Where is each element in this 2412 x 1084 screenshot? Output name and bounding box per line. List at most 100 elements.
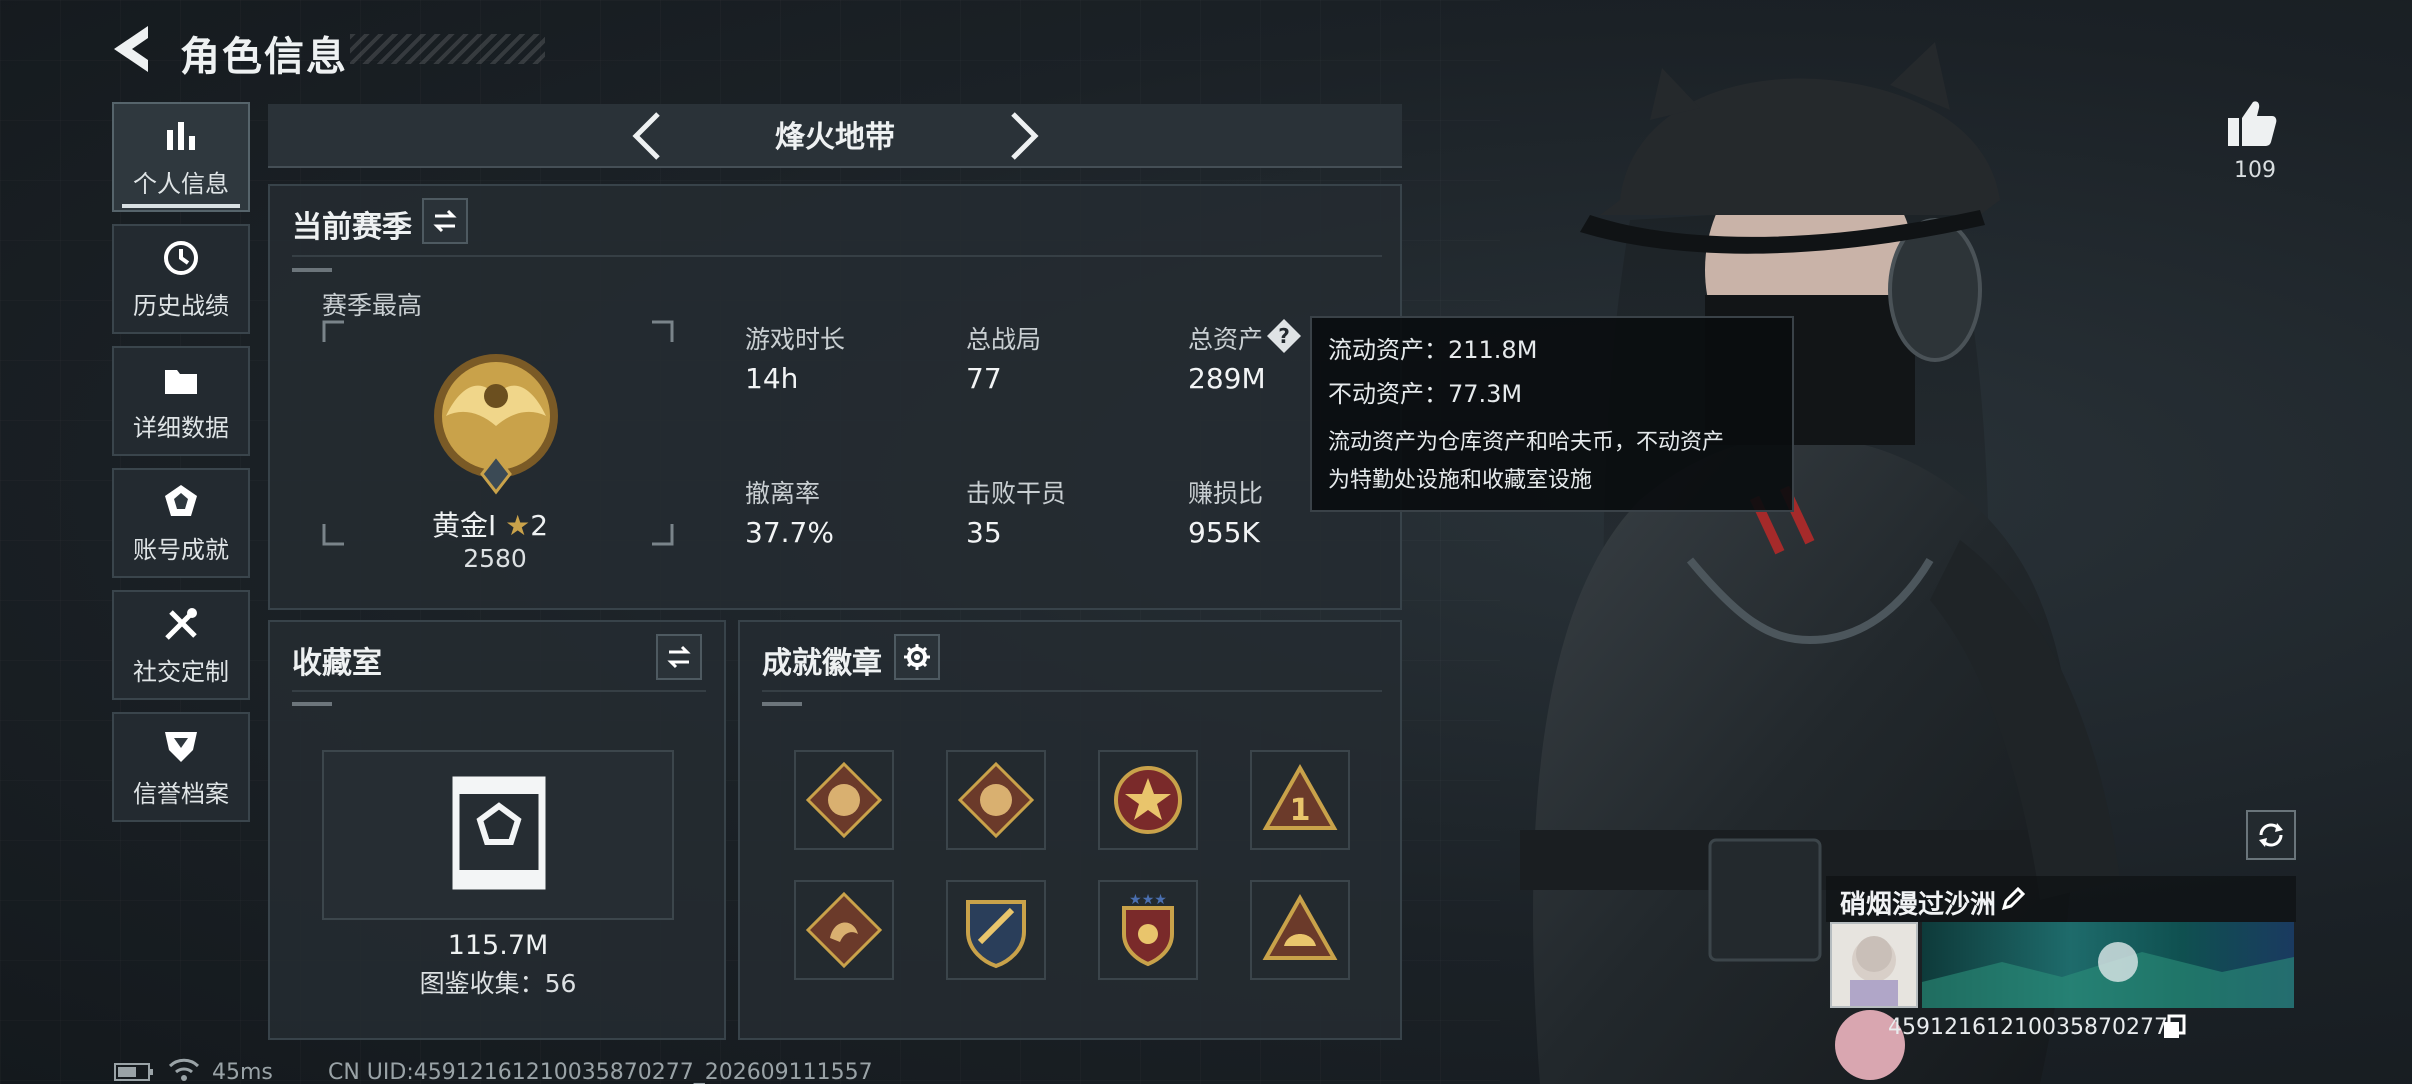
thumbs-up-icon[interactable] <box>2226 98 2278 148</box>
gear-icon <box>904 644 930 670</box>
chevron-right-icon[interactable] <box>1003 108 1043 164</box>
refresh-icon <box>2259 823 2283 847</box>
sidebar-item-achievements[interactable]: 账号成就 <box>112 468 250 578</box>
rank-score: 2580 <box>463 544 527 573</box>
divider-accent <box>292 702 332 706</box>
badge-slot[interactable] <box>946 880 1046 980</box>
divider <box>292 690 706 692</box>
triangle-one-badge-icon: 1 <box>1262 763 1338 830</box>
sidebar-item-label: 账号成就 <box>133 535 229 564</box>
sidebar-item-detailed-data[interactable]: 详细数据 <box>112 346 250 456</box>
title-decoration <box>350 34 545 64</box>
stat-label: 总战局 <box>966 325 1042 354</box>
vault-icon <box>452 776 546 890</box>
chevron-left-icon[interactable] <box>628 108 668 164</box>
collection-value: 115.7M <box>447 930 549 961</box>
swap-collection-button[interactable] <box>656 634 702 680</box>
medal-icon <box>165 484 197 516</box>
divider <box>292 255 1382 257</box>
badge-settings-button[interactable] <box>894 634 940 680</box>
sidebar-item-credit[interactable]: 信誉档案 <box>112 712 250 822</box>
badge-slot[interactable] <box>794 750 894 850</box>
stars-shield-badge-icon: ★★★ <box>1122 892 1174 967</box>
stat-label: 游戏时长 <box>745 325 846 354</box>
sidebar-item-label: 详细数据 <box>133 413 229 442</box>
swap-season-button[interactable] <box>422 198 468 244</box>
sidebar-item-history[interactable]: 历史战绩 <box>112 224 250 334</box>
badge-slot[interactable] <box>946 750 1046 850</box>
badges-title: 成就徽章 <box>762 646 882 681</box>
sidebar-item-label: 社交定制 <box>133 657 229 686</box>
badge-slot[interactable]: 1 <box>1250 750 1350 850</box>
uid-line: CN UID:45912161210035870277_202609111557 <box>328 1060 873 1084</box>
tools-icon <box>165 607 197 640</box>
stat-value: 77 <box>966 362 1002 395</box>
ping: 45ms <box>212 1060 273 1084</box>
sidebar-item-label: 历史战绩 <box>133 291 229 320</box>
sidebar-item-label: 个人信息 <box>133 169 229 198</box>
swap-icon <box>433 209 457 233</box>
avatar[interactable] <box>1830 922 1918 1008</box>
stat-value: 955K <box>1188 516 1260 549</box>
rank-stars: 2 <box>530 509 549 542</box>
triangle-hat-badge-icon <box>1262 893 1338 960</box>
profile-banner[interactable] <box>1922 922 2294 1008</box>
sidebar-item-social[interactable]: 社交定制 <box>112 590 250 700</box>
collection-title: 收藏室 <box>292 646 382 681</box>
stat-label: 击败干员 <box>966 479 1067 508</box>
player-name: 硝烟漫过沙洲 <box>1840 890 1997 920</box>
avatar-image <box>1850 936 1898 1006</box>
folder-icon <box>165 369 197 394</box>
star-icon: ★ <box>505 509 531 542</box>
help-icon[interactable]: ? <box>1266 318 1302 354</box>
copy-icon[interactable] <box>2162 1014 2186 1040</box>
season-peak-label: 赛季最高 <box>322 291 423 320</box>
banner-art <box>1922 942 2294 1008</box>
wolf-badge-icon <box>957 761 1035 839</box>
badge-slot[interactable] <box>1250 880 1350 980</box>
bar-chart-icon <box>167 121 195 150</box>
divider-accent <box>762 702 802 706</box>
stat-label: 赚损比 <box>1188 479 1264 508</box>
tooltip-liquid-assets: 流动资产：211.8M <box>1328 336 1538 364</box>
star-badge-icon <box>1114 766 1182 834</box>
wifi-icon <box>168 1058 200 1081</box>
divider <box>762 690 1382 692</box>
sidebar-item-personal-info[interactable]: 个人信息 <box>112 102 250 212</box>
shield-badge-icon <box>966 900 1026 969</box>
svg-text:1: 1 <box>1290 793 1311 828</box>
stat-value: 14h <box>745 362 799 395</box>
svg-text:★★★: ★★★ <box>1129 892 1167 908</box>
svg-text:?: ? <box>1278 324 1290 348</box>
stat-value: 35 <box>966 516 1002 549</box>
tooltip-fixed-assets: 不动资产：77.3M <box>1328 380 1523 408</box>
page-title: 角色信息 <box>180 34 348 80</box>
player-uid: 459121612100358702​77 <box>1888 1015 2168 1040</box>
badge-slot[interactable]: ★★★ <box>1098 880 1198 980</box>
rank-row: 黄金I ★2 <box>432 504 572 544</box>
badge-slot[interactable] <box>1098 750 1198 850</box>
rank-name: 黄金I <box>432 509 497 542</box>
edit-pencil-icon[interactable] <box>2000 886 2026 912</box>
rotate-button[interactable] <box>2246 810 2296 860</box>
catalog-count: 图鉴收集：56 <box>419 969 577 998</box>
stat-value: 289M <box>1188 362 1266 395</box>
gold-rank-icon <box>434 354 558 495</box>
tooltip-description: 为特勤处设施和收藏室设施 <box>1328 468 1593 493</box>
tooltip-description: 流动资产为仓库资产和哈夫币，不动资产 <box>1328 430 1725 455</box>
current-season-title: 当前赛季 <box>292 210 412 245</box>
shield-icon <box>165 731 197 762</box>
history-clock-icon <box>164 240 198 275</box>
like-count: 109 <box>2234 158 2276 183</box>
dragon-badge-icon <box>805 891 883 969</box>
divider-accent <box>292 268 332 272</box>
swap-icon <box>667 645 691 669</box>
back-arrow-icon[interactable] <box>108 22 156 76</box>
mode-name: 烽火地带 <box>775 120 895 155</box>
stat-label: 撤离率 <box>745 479 821 508</box>
badge-slot[interactable] <box>794 880 894 980</box>
stat-value: 37.7% <box>745 516 834 549</box>
wolf-badge-icon <box>805 761 883 839</box>
sidebar-item-label: 信誉档案 <box>133 779 229 808</box>
battery-icon <box>114 1063 153 1081</box>
